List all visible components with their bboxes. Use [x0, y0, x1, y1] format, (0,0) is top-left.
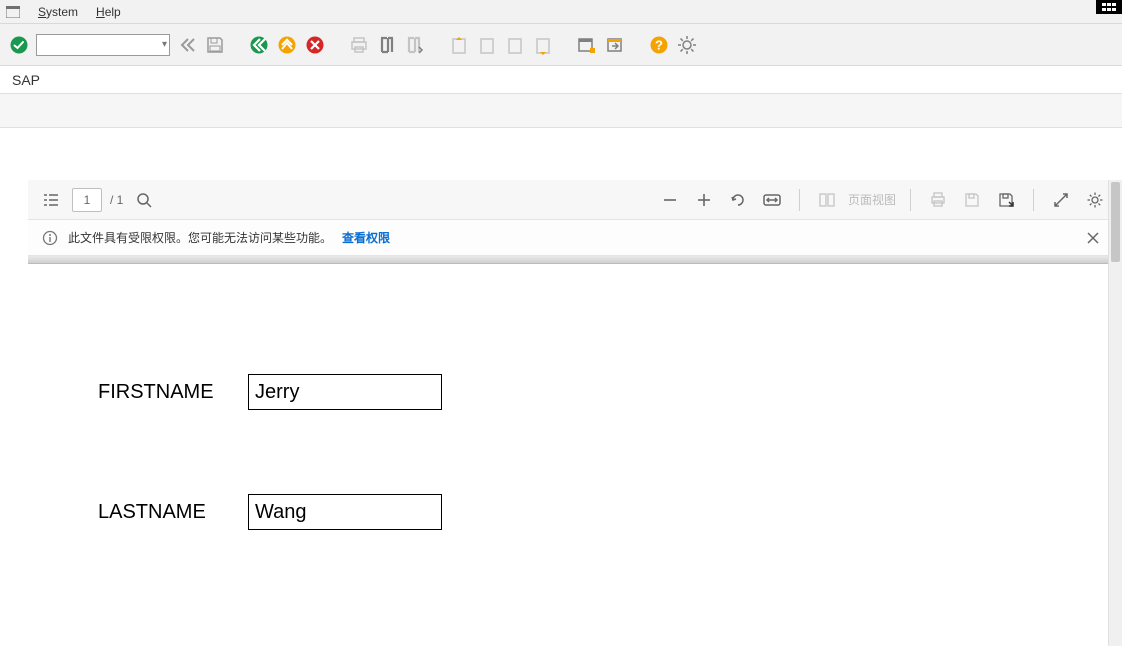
page-view-icon: [814, 187, 840, 213]
permission-message-bar: 此文件具有受限权限。您可能无法访问某些功能。 查看权限: [28, 220, 1118, 256]
new-session-icon[interactable]: [576, 34, 598, 56]
pdf-page: FIRSTNAME Jerry LASTNAME Wang: [28, 264, 1118, 646]
lastname-value: Wang: [248, 494, 442, 530]
customize-icon[interactable]: [676, 34, 698, 56]
lastname-label: LASTNAME: [98, 501, 248, 524]
shortcut-icon[interactable]: [604, 34, 626, 56]
exit-icon[interactable]: [248, 34, 270, 56]
scrollbar-thumb[interactable]: [1111, 182, 1120, 262]
menu-item-system[interactable]: System: [38, 5, 78, 19]
zoom-in-icon[interactable]: [691, 187, 717, 213]
sap-toolbar: ▾ ?: [0, 24, 1122, 66]
app-title: SAP: [0, 66, 1122, 94]
next-page-icon[interactable]: [504, 34, 526, 56]
pdf-viewer: 1 / 1 页面视图: [28, 180, 1118, 646]
firstname-row: FIRSTNAME Jerry: [98, 374, 1058, 410]
close-message-icon[interactable]: [1082, 227, 1104, 249]
document-divider: [28, 256, 1118, 264]
vertical-scrollbar[interactable]: [1108, 180, 1122, 646]
firstname-value: Jerry: [248, 374, 442, 410]
pdf-toolbar: 1 / 1 页面视图: [28, 180, 1118, 220]
zoom-out-icon[interactable]: [657, 187, 683, 213]
last-page-icon[interactable]: [532, 34, 554, 56]
toolbar-divider: [799, 189, 800, 211]
print-icon[interactable]: [348, 34, 370, 56]
find-next-icon[interactable]: [404, 34, 426, 56]
lastname-row: LASTNAME Wang: [98, 494, 1058, 530]
firstname-label: FIRSTNAME: [98, 381, 248, 404]
pdf-save-icon: [959, 187, 985, 213]
command-input[interactable]: ▾: [36, 34, 170, 56]
help-icon[interactable]: ?: [648, 34, 670, 56]
save-icon[interactable]: [204, 34, 226, 56]
svg-text:?: ?: [655, 37, 663, 52]
cancel-icon[interactable]: [304, 34, 326, 56]
view-permissions-link[interactable]: 查看权限: [342, 229, 390, 246]
permission-text: 此文件具有受限权限。您可能无法访问某些功能。: [68, 229, 332, 246]
app-title-text: SAP: [12, 72, 40, 88]
toolbar-divider: [910, 189, 911, 211]
sidebar-toggle-icon[interactable]: [38, 187, 64, 213]
application-toolbar: [0, 94, 1122, 128]
search-icon[interactable]: [131, 187, 157, 213]
export-icon[interactable]: [993, 187, 1019, 213]
toolbar-divider: [1033, 189, 1034, 211]
window-corner-widget[interactable]: [1096, 0, 1122, 14]
first-page-icon[interactable]: [448, 34, 470, 56]
page-view-label[interactable]: 页面视图: [848, 191, 896, 208]
page-number-input[interactable]: 1: [72, 188, 102, 212]
enter-button[interactable]: [8, 34, 30, 56]
find-icon[interactable]: [376, 34, 398, 56]
command-dropdown-icon[interactable]: ▾: [162, 39, 167, 50]
command-input-field[interactable]: [39, 37, 160, 53]
menu-bar: System Help: [0, 0, 1122, 24]
back-icon[interactable]: [176, 34, 198, 56]
up-level-icon[interactable]: [276, 34, 298, 56]
menu-window-icon[interactable]: [6, 5, 20, 19]
pdf-print-icon: [925, 187, 951, 213]
rotate-icon[interactable]: [725, 187, 751, 213]
info-icon: [42, 230, 58, 246]
menu-item-help[interactable]: Help: [96, 5, 121, 19]
fullscreen-icon[interactable]: [1048, 187, 1074, 213]
page-total: / 1: [110, 193, 123, 207]
prev-page-icon[interactable]: [476, 34, 498, 56]
settings-icon[interactable]: [1082, 187, 1108, 213]
fit-width-icon[interactable]: [759, 187, 785, 213]
